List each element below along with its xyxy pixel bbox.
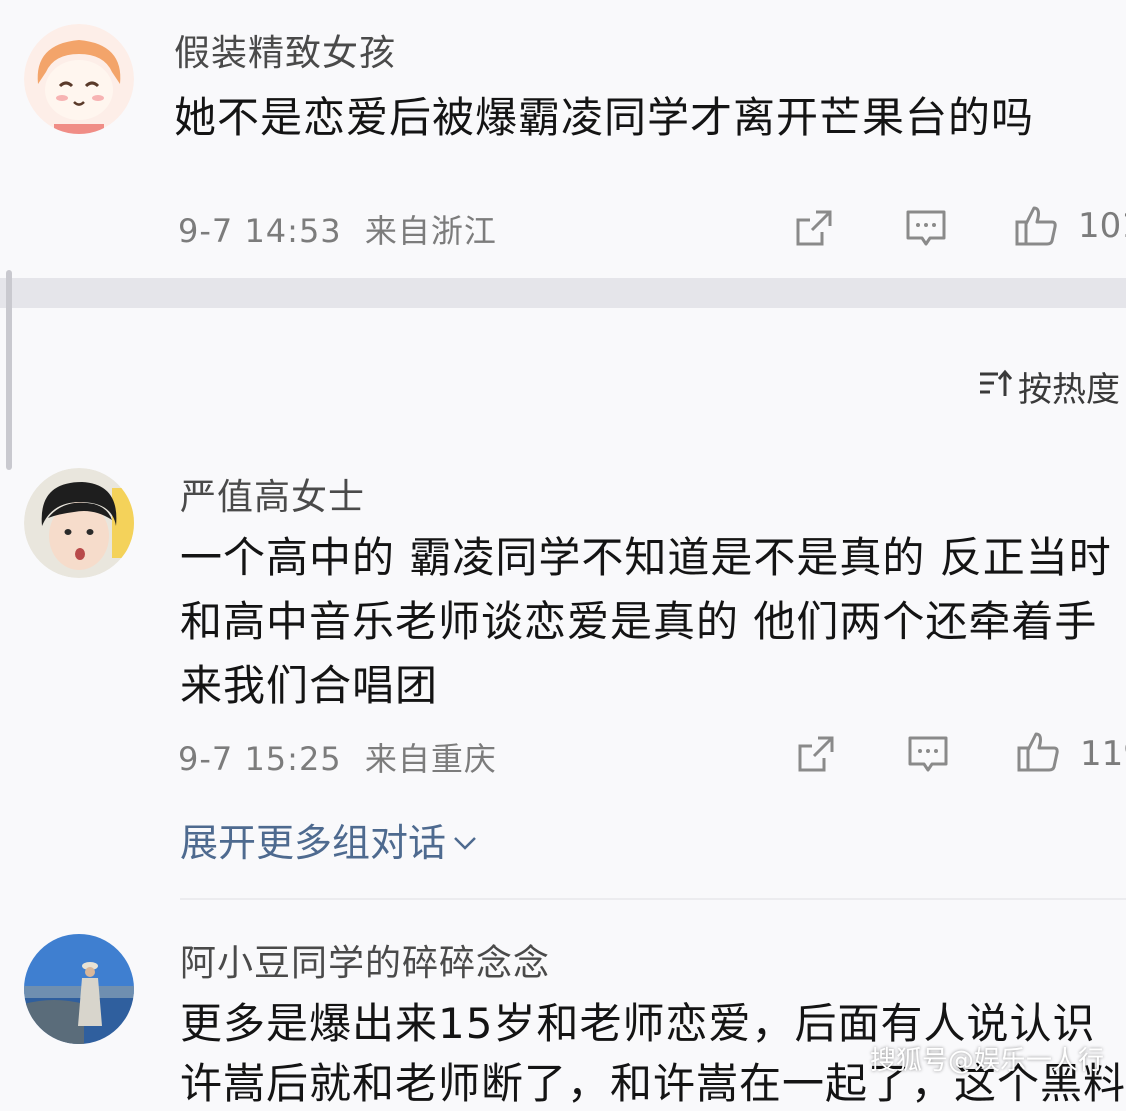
username[interactable]: 严值高女士 bbox=[180, 468, 365, 520]
username[interactable]: 阿小豆同学的碎碎念念 bbox=[180, 934, 550, 986]
comment-icon[interactable] bbox=[906, 732, 950, 776]
comment-time: 9-7 14:53 bbox=[178, 212, 342, 250]
comment-text: 和高中音乐老师谈恋爱是真的 他们两个还牵着手 bbox=[180, 597, 1098, 646]
share-icon[interactable] bbox=[794, 732, 838, 776]
expand-replies-button[interactable]: 展开更多组对话 bbox=[180, 812, 478, 867]
comment-text: 她不是恋爱后被爆霸凌同学才离开芒果台的吗 bbox=[174, 93, 1035, 142]
expand-label: 展开更多组对话 bbox=[180, 821, 447, 865]
thumbs-up-icon[interactable] bbox=[1014, 204, 1058, 248]
comment-location: 来自浙江 bbox=[364, 212, 497, 250]
like-count: 119 bbox=[1080, 734, 1126, 774]
like-count: 101 bbox=[1078, 206, 1126, 246]
divider bbox=[180, 898, 1126, 900]
thumbs-up-icon[interactable] bbox=[1016, 730, 1060, 774]
avatar[interactable] bbox=[24, 934, 134, 1044]
comment-text: 来我们合唱团 bbox=[180, 661, 439, 710]
share-icon[interactable] bbox=[792, 206, 836, 250]
watermark: 搜狐号@娱乐一人行 bbox=[869, 1046, 1104, 1076]
avatar[interactable] bbox=[24, 468, 134, 578]
sort-icon bbox=[978, 367, 1013, 407]
chevron-down-icon bbox=[452, 818, 478, 862]
comment-meta: 9-7 15:25 来自重庆 bbox=[178, 734, 497, 780]
comment-time: 9-7 15:25 bbox=[178, 740, 342, 778]
scrollbar[interactable] bbox=[6, 270, 12, 470]
avatar[interactable] bbox=[24, 24, 134, 134]
section-divider bbox=[0, 278, 1126, 308]
sort-button[interactable]: 按热度 bbox=[978, 362, 1120, 411]
comment-meta: 9-7 14:53 来自浙江 bbox=[178, 206, 497, 252]
username[interactable]: 假装精致女孩 bbox=[174, 24, 396, 76]
comment-text: 一个高中的 霸凌同学不知道是不是真的 反正当时 bbox=[180, 533, 1112, 582]
sort-label: 按热度 bbox=[1018, 370, 1120, 410]
comment-icon[interactable] bbox=[904, 206, 948, 250]
comment-location: 来自重庆 bbox=[364, 740, 497, 778]
